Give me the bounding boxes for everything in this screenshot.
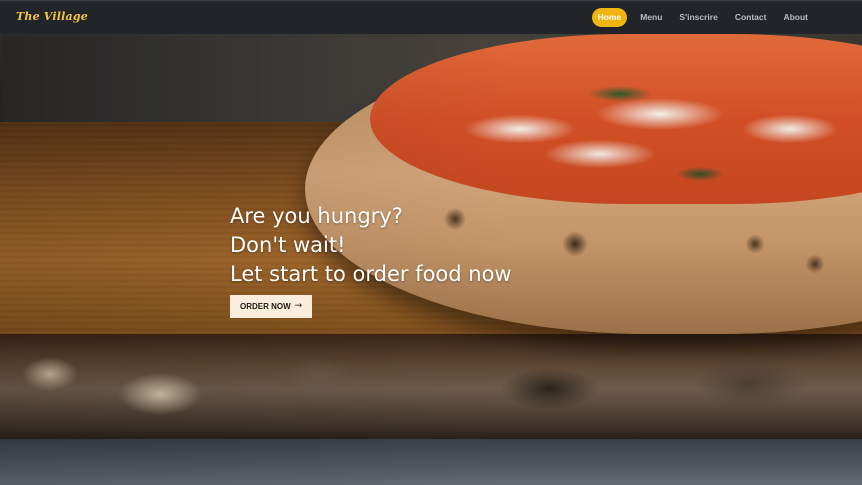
nav-item-menu[interactable]: Menu [636,8,666,27]
nav-item-home[interactable]: Home [591,8,628,27]
order-now-button[interactable]: ORDER NOW → [230,295,313,318]
hero-line-1: Are you hungry? [230,204,403,228]
hero-line-2: Don't wait! [230,233,346,257]
nav-item-sinscrire[interactable]: S'inscrire [675,8,721,27]
hero-line-3: Let start to order food now [230,262,512,286]
nav-item-contact[interactable]: Contact [731,8,771,27]
navbar: The Village Home Menu S'inscrire Contact… [0,0,862,34]
page: The Village Home Menu S'inscrire Contact… [0,0,862,485]
nav-menu: Home Menu S'inscrire Contact About [591,8,812,27]
nav-item-about[interactable]: About [779,8,812,27]
arrow-right-icon: → [294,301,303,311]
order-now-label: ORDER NOW [240,302,291,311]
hero-heading: Are you hungry? Don't wait! Let start to… [230,202,512,289]
brand-logo[interactable]: The Village [16,10,88,23]
